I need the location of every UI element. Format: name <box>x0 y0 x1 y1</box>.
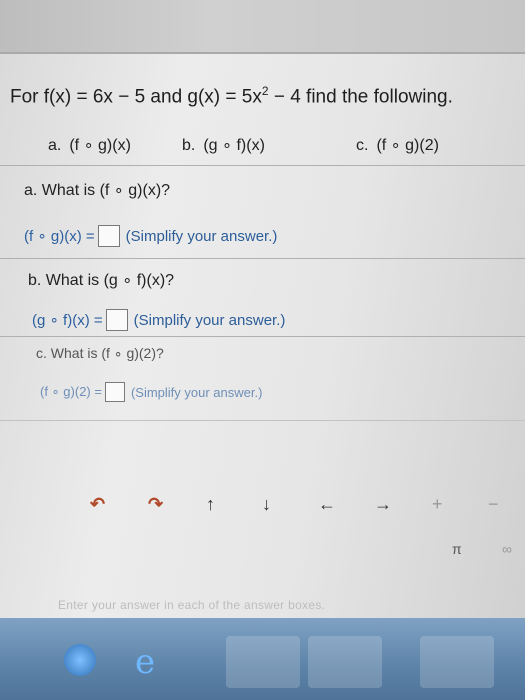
item-c-question: c. What is (f ∘ g)(2)? <box>36 345 164 361</box>
undo-button[interactable]: ↶ <box>90 494 105 515</box>
arrow-down-button[interactable]: ↓ <box>262 494 271 515</box>
divider <box>0 336 525 337</box>
minus-button[interactable]: − <box>488 494 499 515</box>
arrow-right-button[interactable]: → <box>374 494 392 515</box>
redo-button[interactable]: ↷ <box>148 494 163 515</box>
part-b: b. (g ∘ f)(x) <box>182 137 265 154</box>
item-b-hint: (Simplify your answer.) <box>133 311 286 329</box>
top-bar <box>0 0 525 52</box>
item-c-hint: (Simplify your answer.) <box>130 384 263 400</box>
part-a: a. (f ∘ g)(x) <box>48 137 131 154</box>
item-a-answer-box[interactable] <box>97 225 120 247</box>
top-divider <box>0 52 525 54</box>
taskbar-button[interactable] <box>226 636 300 688</box>
part-c: c. (f ∘ g)(2) <box>356 137 439 154</box>
infinity-button[interactable]: ∞ <box>502 541 512 557</box>
divider <box>0 258 525 259</box>
divider <box>0 420 525 421</box>
item-b-answer-label: (g ∘ f)(x) = <box>32 312 103 329</box>
windows-start-icon[interactable] <box>64 644 96 676</box>
item-a-answer-label: (f ∘ g)(x) = <box>24 228 95 245</box>
internet-explorer-icon[interactable]: e <box>135 642 155 682</box>
arrow-left-button[interactable]: ← <box>318 494 336 515</box>
plus-button[interactable]: + <box>432 494 443 515</box>
arrow-up-button[interactable]: ↑ <box>206 494 215 515</box>
taskbar: e <box>0 618 525 700</box>
editor-toolbar: ↶ ↷ ↑ ↓ ← → + − <box>48 470 508 540</box>
item-c-answer-row: (f ∘ g)(2) = (Simplify your answer.) <box>40 382 262 402</box>
pi-button[interactable]: π <box>452 541 462 557</box>
footer-hint: Enter your answer in each of the answer … <box>58 598 326 612</box>
question-text: For f(x) = 6x − 5 and g(x) = 5x2 − 4 fin… <box>10 84 453 108</box>
divider <box>0 165 525 166</box>
item-c-answer-label: (f ∘ g)(2) = <box>40 384 102 399</box>
item-b-answer-box[interactable] <box>105 309 128 331</box>
item-a-answer-row: (f ∘ g)(x) = (Simplify your answer.) <box>24 225 277 247</box>
screen: For f(x) = 6x − 5 and g(x) = 5x2 − 4 fin… <box>0 0 525 700</box>
item-a-hint: (Simplify your answer.) <box>125 227 278 245</box>
taskbar-button[interactable] <box>308 636 382 688</box>
item-c-answer-box[interactable] <box>104 382 125 402</box>
item-b-answer-row: (g ∘ f)(x) = (Simplify your answer.) <box>32 309 285 331</box>
taskbar-button[interactable] <box>420 636 494 688</box>
item-b-question: b. What is (g ∘ f)(x)? <box>28 272 175 289</box>
item-a-question: a. What is (f ∘ g)(x)? <box>24 182 171 199</box>
